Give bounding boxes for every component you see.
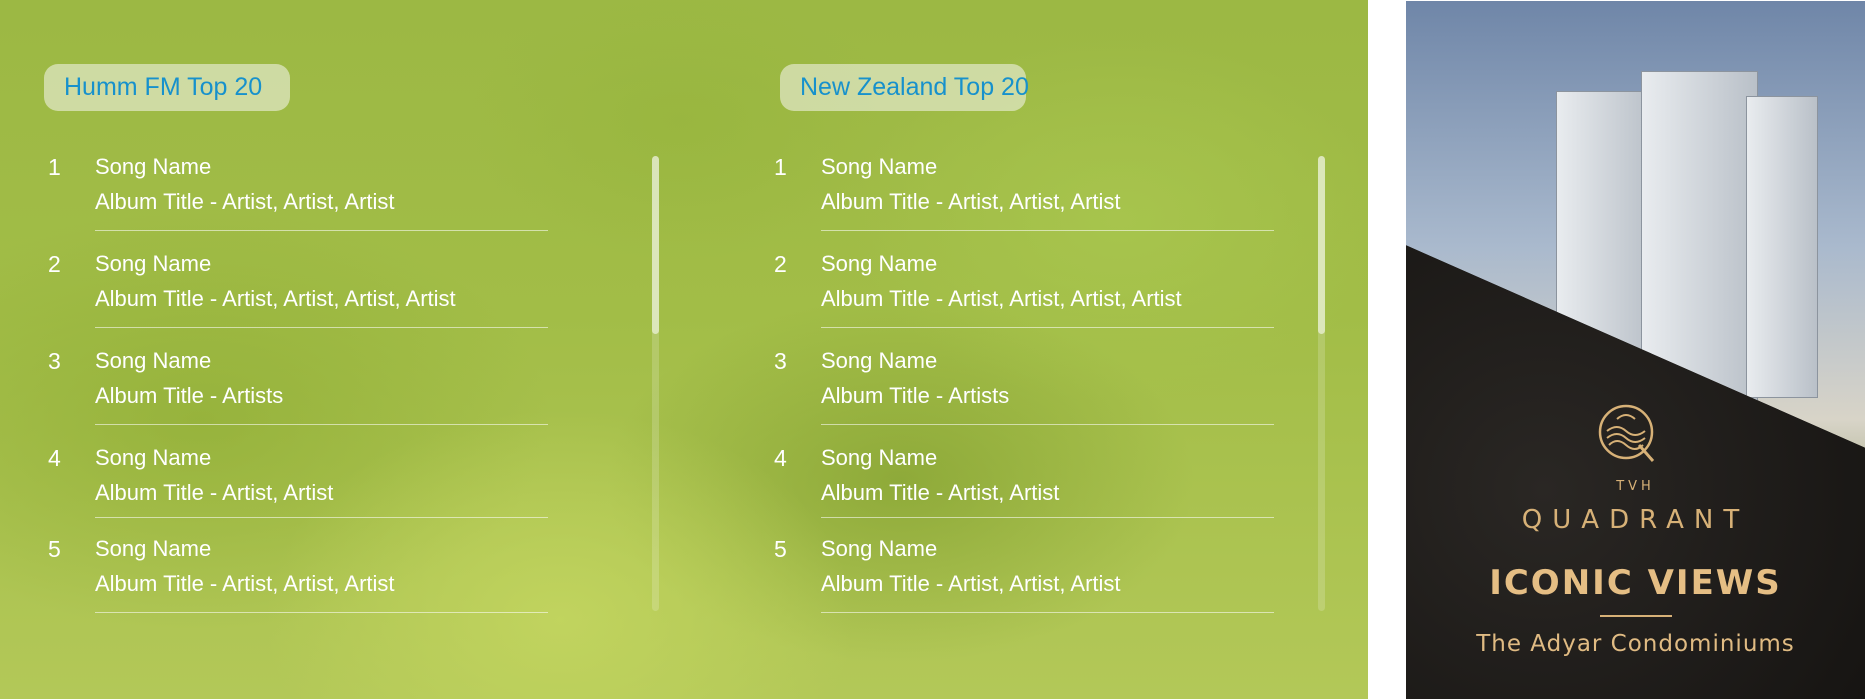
album-artist: Album Title - Artist, Artist, Artist, Ar… bbox=[821, 286, 1182, 311]
album-artist: Album Title - Artist, Artist, Artist bbox=[821, 189, 1121, 214]
divider bbox=[821, 327, 1274, 328]
ad-brand-small: TVH bbox=[1616, 479, 1655, 494]
scrollbar[interactable] bbox=[1318, 156, 1325, 611]
advertisement-banner[interactable]: TVH QUADRANT ICONIC VIEWS The Adyar Cond… bbox=[1406, 1, 1865, 699]
rank-number: 1 bbox=[48, 154, 61, 180]
song-name: Song Name bbox=[821, 445, 938, 470]
rank-number: 3 bbox=[774, 348, 787, 374]
album-artist: Album Title - Artist, Artist bbox=[821, 480, 1060, 505]
divider bbox=[95, 327, 548, 328]
tower-center bbox=[1641, 71, 1758, 403]
album-artist: Album Title - Artists bbox=[821, 383, 1010, 408]
rank-number: 4 bbox=[48, 445, 61, 471]
rank-number: 2 bbox=[774, 251, 787, 277]
rank-number: 5 bbox=[774, 536, 787, 562]
divider bbox=[95, 612, 548, 613]
song-name: Song Name bbox=[821, 348, 938, 373]
chart-title-tab[interactable]: Humm FM Top 20 bbox=[44, 64, 290, 111]
charts-panel: Humm FM Top 20 1 Song Name Album Title -… bbox=[0, 0, 1368, 699]
divider bbox=[821, 612, 1274, 613]
ad-subline: The Adyar Condominiums bbox=[1476, 631, 1795, 657]
scrollbar-thumb[interactable] bbox=[1318, 156, 1325, 334]
song-name: Song Name bbox=[95, 154, 212, 179]
song-name: Song Name bbox=[821, 251, 938, 276]
rank-number: 5 bbox=[48, 536, 61, 562]
album-artist: Album Title - Artist, Artist, Artist bbox=[95, 189, 395, 214]
scrollbar-thumb[interactable] bbox=[652, 156, 659, 334]
song-name: Song Name bbox=[95, 536, 212, 561]
divider bbox=[821, 424, 1274, 425]
rank-number: 1 bbox=[774, 154, 787, 180]
song-name: Song Name bbox=[821, 536, 938, 561]
divider bbox=[821, 517, 1274, 518]
quadrant-logo-icon bbox=[1598, 404, 1655, 462]
song-name: Song Name bbox=[95, 348, 212, 373]
scrollbar[interactable] bbox=[652, 156, 659, 611]
song-name: Song Name bbox=[95, 445, 212, 470]
divider bbox=[821, 230, 1274, 231]
album-artist: Album Title - Artist, Artist, Artist bbox=[821, 571, 1121, 596]
album-artist: Album Title - Artist, Artist, Artist, Ar… bbox=[95, 286, 456, 311]
divider bbox=[95, 424, 548, 425]
tower-right bbox=[1746, 96, 1818, 398]
rank-number: 3 bbox=[48, 348, 61, 374]
divider bbox=[95, 230, 548, 231]
ad-brand: QUADRANT bbox=[1521, 505, 1750, 535]
chart-title-tab[interactable]: New Zealand Top 20 bbox=[780, 64, 1029, 111]
album-artist: Album Title - Artists bbox=[95, 383, 284, 408]
rank-number: 4 bbox=[774, 445, 787, 471]
song-name: Song Name bbox=[821, 154, 938, 179]
ad-headline: ICONIC VIEWS bbox=[1489, 563, 1782, 603]
ad-divider bbox=[1600, 615, 1672, 617]
album-artist: Album Title - Artist, Artist, Artist bbox=[95, 571, 395, 596]
song-name: Song Name bbox=[95, 251, 212, 276]
album-artist: Album Title - Artist, Artist bbox=[95, 480, 334, 505]
rank-number: 2 bbox=[48, 251, 61, 277]
divider bbox=[95, 517, 548, 518]
